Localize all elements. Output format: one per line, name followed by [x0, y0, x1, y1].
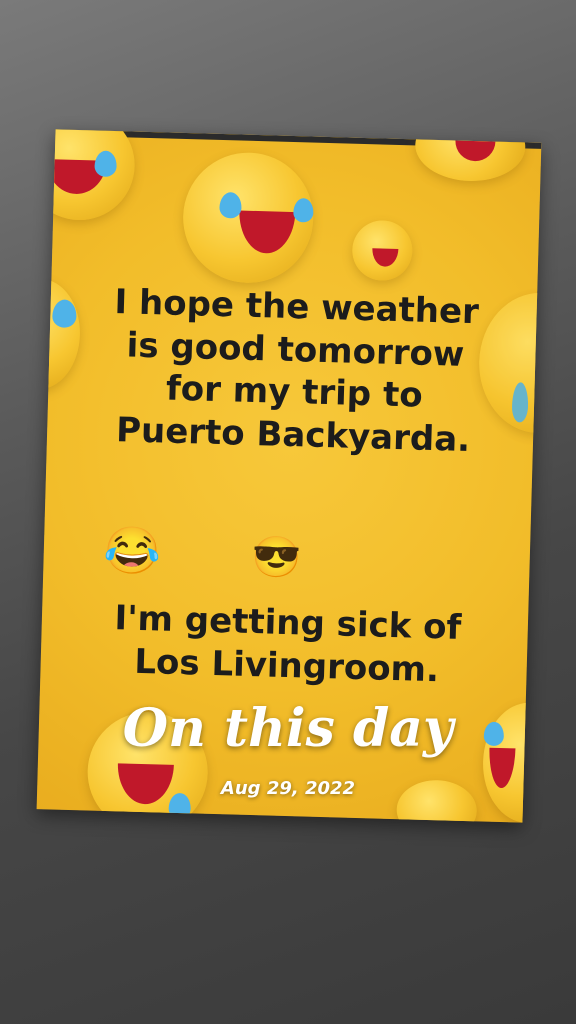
laughing-face-icon [181, 150, 315, 285]
laughing-face-icon [351, 219, 414, 282]
laughing-face-icon [414, 129, 527, 183]
joke-text-bottom: I'm getting sick of Los Livingroom. [70, 596, 504, 693]
laughing-face-icon [36, 129, 137, 222]
sunglasses-face-icon: 😎 [251, 534, 303, 581]
memory-date: Aug 29, 2022 [220, 778, 356, 799]
inline-emojis: 😂 😎 [103, 523, 325, 599]
laughing-face-icon [36, 277, 82, 391]
laughing-tears-icon: 😂 [103, 523, 162, 578]
memory-title: On this day [122, 698, 454, 759]
joke-text-top: I hope the weather is good tomorrow for … [77, 280, 514, 462]
